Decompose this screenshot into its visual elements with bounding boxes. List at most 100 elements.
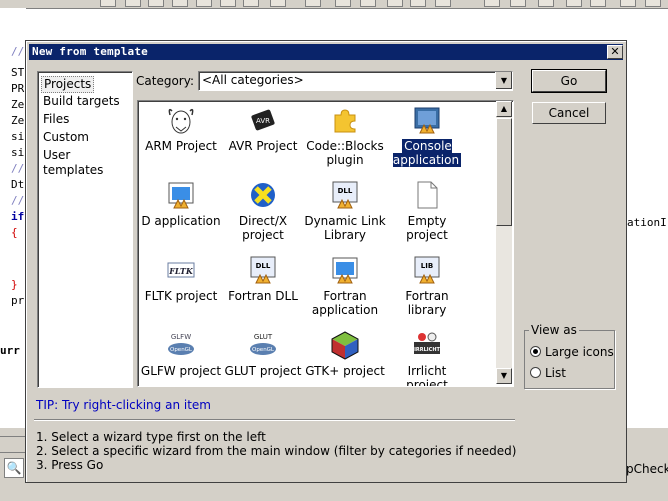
toolbar-undo-button[interactable] <box>125 0 141 7</box>
toolbar-edit-button[interactable] <box>243 0 259 7</box>
template-gtk-project[interactable]: GTK+ project <box>304 328 386 386</box>
scroll-thumb[interactable] <box>496 118 512 226</box>
template-label: GLUT project <box>224 364 302 378</box>
template-irrlicht-project[interactable]: IRRLICHT Irrlicht project <box>386 328 468 387</box>
toolbar-blank-button[interactable] <box>305 0 321 7</box>
list-item-files[interactable]: Files <box>41 112 71 127</box>
gnu-gnu-icon <box>168 108 194 134</box>
puzzle-icon <box>334 109 356 133</box>
toolbar-rect-button[interactable] <box>538 0 554 7</box>
divider <box>0 436 26 437</box>
glfw-text: GLFW <box>171 333 191 341</box>
template-fortran-library[interactable]: LIB Fortran library <box>386 253 468 325</box>
empty-file-icon <box>417 181 438 209</box>
list-item-custom[interactable]: Custom <box>41 130 91 145</box>
cancel-button[interactable]: Cancel <box>532 102 606 124</box>
toolbar-window-button[interactable] <box>387 0 403 7</box>
toolbar-find-button[interactable] <box>196 0 212 7</box>
template-fltk-project[interactable]: FLTK FLTK project <box>140 253 222 325</box>
code-line: Dt <box>11 178 25 191</box>
toolbar-redo-button[interactable] <box>148 0 164 7</box>
template-console-application[interactable]: Console application <box>386 103 468 175</box>
toolbar-pointer-button[interactable] <box>270 0 286 7</box>
close-button[interactable]: ✕ <box>607 45 623 59</box>
code-line: si <box>11 130 25 143</box>
toolbar-replace-button[interactable] <box>220 0 236 7</box>
template-codeblocks-plugin[interactable]: Code::Blocks plugin <box>304 103 386 175</box>
template-glut-project[interactable]: GLUT OpenGL GLUT project <box>222 328 304 386</box>
glfw-icon: GLFW OpenGL <box>168 333 194 355</box>
toolbar-zoom-out-button[interactable] <box>590 0 606 7</box>
dll-text: DLL <box>338 187 353 195</box>
list-item-user-templates[interactable]: User templates <box>41 148 132 178</box>
search-icon[interactable]: 🔍 <box>4 458 24 478</box>
irrlicht-icon: IRRLICHT <box>414 332 441 354</box>
category-label: Category: <box>136 74 194 88</box>
template-empty-project[interactable]: Empty project <box>386 178 468 250</box>
scroll-up-button[interactable]: ▲ <box>496 101 512 117</box>
fltk-icon: FLTK <box>167 262 195 278</box>
view-as-group: View as Large icons List <box>524 323 615 389</box>
divider <box>34 419 515 421</box>
toolbar-clear-button[interactable] <box>172 0 188 7</box>
code-line: ST <box>11 66 25 79</box>
radio-large-icons[interactable]: Large icons <box>530 345 614 359</box>
toolbar-grid2-button[interactable] <box>510 0 526 7</box>
template-label: Fortran library <box>405 289 449 317</box>
code-line: Ze <box>11 98 25 111</box>
dll-text: DLL <box>256 262 271 270</box>
chevron-down-icon[interactable]: ▼ <box>495 72 512 89</box>
code-line: PR <box>11 82 25 95</box>
toolbar-block-button[interactable] <box>335 0 351 7</box>
scroll-down-button[interactable]: ▼ <box>496 368 512 384</box>
glut-icon: GLUT OpenGL <box>250 333 276 355</box>
instruction-line: 2. Select a specific wizard from the mai… <box>36 444 517 458</box>
code-line: } <box>11 278 18 291</box>
code-line: Ze <box>11 114 25 127</box>
toolbar-block2-button[interactable] <box>360 0 376 7</box>
template-label: ARM Project <box>145 139 217 153</box>
radio-selected-icon <box>530 346 541 357</box>
toolbar-grid-button[interactable] <box>484 0 500 7</box>
opengl-text: OpenGL <box>252 347 275 353</box>
wizard-type-list[interactable]: Projects Build targets Files Custom User… <box>37 71 133 388</box>
template-arm-project[interactable]: ARM Project <box>140 103 222 175</box>
template-label: GLFW project <box>140 364 222 378</box>
list-item-build-targets[interactable]: Build targets <box>41 94 122 109</box>
code-line: // <box>11 45 25 58</box>
radio-label: Large icons <box>545 345 614 359</box>
go-button[interactable]: Go <box>531 69 607 93</box>
code-editor[interactable]: // ST PR Ze Ze si si // Dt // if { } pr … <box>0 8 26 428</box>
template-directx-project[interactable]: Direct/X project <box>222 178 304 250</box>
radio-list[interactable]: List <box>530 366 566 380</box>
category-select[interactable]: <All categories> ▼ <box>198 71 513 91</box>
toolbar-window3-button[interactable] <box>435 0 451 7</box>
fortran-app-icon <box>332 257 358 284</box>
toolbar-dropdown-button[interactable] <box>100 0 116 7</box>
template-glfw-project[interactable]: GLFW OpenGL GLFW project <box>140 328 222 386</box>
template-fortran-application[interactable]: Fortran application <box>304 253 386 325</box>
template-d-application[interactable]: D application <box>140 178 222 250</box>
ide-toolbar <box>0 0 668 9</box>
code-line: if <box>11 210 25 223</box>
template-grid[interactable]: ARM Project AVR AVR Project Code::Blocks… <box>137 100 514 387</box>
new-from-template-dialog: New from template ✕ Projects Build targe… <box>25 40 627 483</box>
template-avr-project[interactable]: AVR AVR Project <box>222 103 304 175</box>
template-label: Irrlicht project <box>406 364 448 387</box>
toolbar-pen-button[interactable] <box>620 0 636 7</box>
console-icon <box>414 107 440 134</box>
template-fortran-dll[interactable]: DLL Fortran DLL <box>222 253 304 325</box>
title-bar[interactable]: New from template ✕ <box>29 44 623 60</box>
template-grid-scrollbar[interactable]: ▲ ▼ <box>496 101 512 384</box>
toolbar-zoom-in-button[interactable] <box>566 0 582 7</box>
toolbar-pen2-button[interactable] <box>645 0 661 7</box>
template-dynamic-link-library[interactable]: DLL Dynamic Link Library <box>304 178 386 250</box>
fortran-lib-icon: LIB <box>414 256 440 284</box>
directx-icon <box>251 183 275 207</box>
list-item-projects[interactable]: Projects <box>41 76 95 93</box>
code-line: si <box>11 146 25 159</box>
avr-chip-icon: AVR <box>251 109 275 131</box>
toolbar-window2-button[interactable] <box>410 0 426 7</box>
template-label: Empty project <box>406 214 448 242</box>
instruction-line: 1. Select a wizard type first on the lef… <box>36 430 266 444</box>
